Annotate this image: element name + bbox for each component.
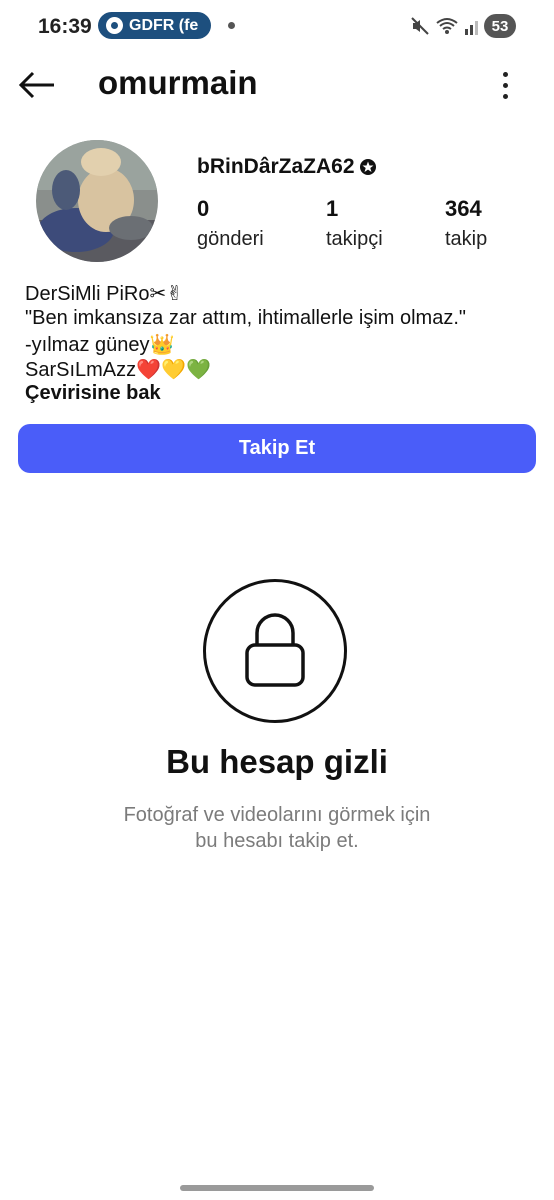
- battery-level: 53: [484, 14, 516, 38]
- stat-posts[interactable]: 0 gönderi: [197, 196, 264, 251]
- arrow-left-icon: [18, 71, 54, 99]
- followers-count: 1: [326, 196, 339, 221]
- bio-line: SarSıLmAzz❤️💛💚: [25, 359, 211, 381]
- notification-pill-label: GDFR (fe: [129, 16, 199, 34]
- translate-link[interactable]: Çevirisine bak: [25, 382, 161, 405]
- bio-line: DerSiMli PiRo✂✌: [25, 283, 183, 305]
- back-button[interactable]: [16, 66, 58, 104]
- posts-count: 0: [197, 196, 210, 221]
- lock-icon: [245, 613, 305, 687]
- bio-line: "Ben imkansıza zar attım, ihtimallerle i…: [25, 307, 466, 329]
- profile-full-name: bRinDârZaZA62: [197, 155, 377, 179]
- wifi-icon: [436, 18, 458, 34]
- status-time: 16:39: [38, 15, 92, 38]
- followers-label: takipçi: [326, 228, 383, 250]
- full-name-text: bRinDârZaZA62: [197, 155, 355, 178]
- record-icon: [106, 17, 123, 34]
- following-count: 364: [445, 196, 482, 221]
- profile-avatar[interactable]: [36, 140, 158, 262]
- private-subtitle: Fotoğraf ve videolarını görmek için bu h…: [0, 802, 554, 854]
- private-title: Bu hesap gizli: [166, 743, 388, 780]
- more-options-button[interactable]: [488, 66, 522, 104]
- follow-button[interactable]: Takip Et: [18, 424, 536, 473]
- page-title: omurmain: [98, 64, 258, 101]
- private-lock-badge: [203, 579, 347, 723]
- private-subtitle-line: bu hesabı takip et.: [195, 830, 359, 852]
- bio-line: -yılmaz güney👑: [25, 334, 175, 356]
- mute-icon: [411, 17, 429, 35]
- home-indicator[interactable]: [180, 1185, 374, 1191]
- stat-followers[interactable]: 1 takipçi: [326, 196, 383, 251]
- stat-following[interactable]: 364 takip: [445, 196, 487, 251]
- notification-pill[interactable]: GDFR (fe: [98, 12, 211, 39]
- star-badge-icon: [359, 159, 376, 175]
- following-label: takip: [445, 228, 488, 250]
- posts-label: gönderi: [197, 228, 264, 250]
- notification-dot-icon: [228, 22, 235, 29]
- more-vertical-icon: [502, 71, 508, 77]
- status-icons: [410, 14, 482, 38]
- avatar-image: [36, 140, 158, 262]
- signal-icon: [465, 21, 478, 35]
- private-subtitle-line: Fotoğraf ve videolarını görmek için: [123, 804, 431, 826]
